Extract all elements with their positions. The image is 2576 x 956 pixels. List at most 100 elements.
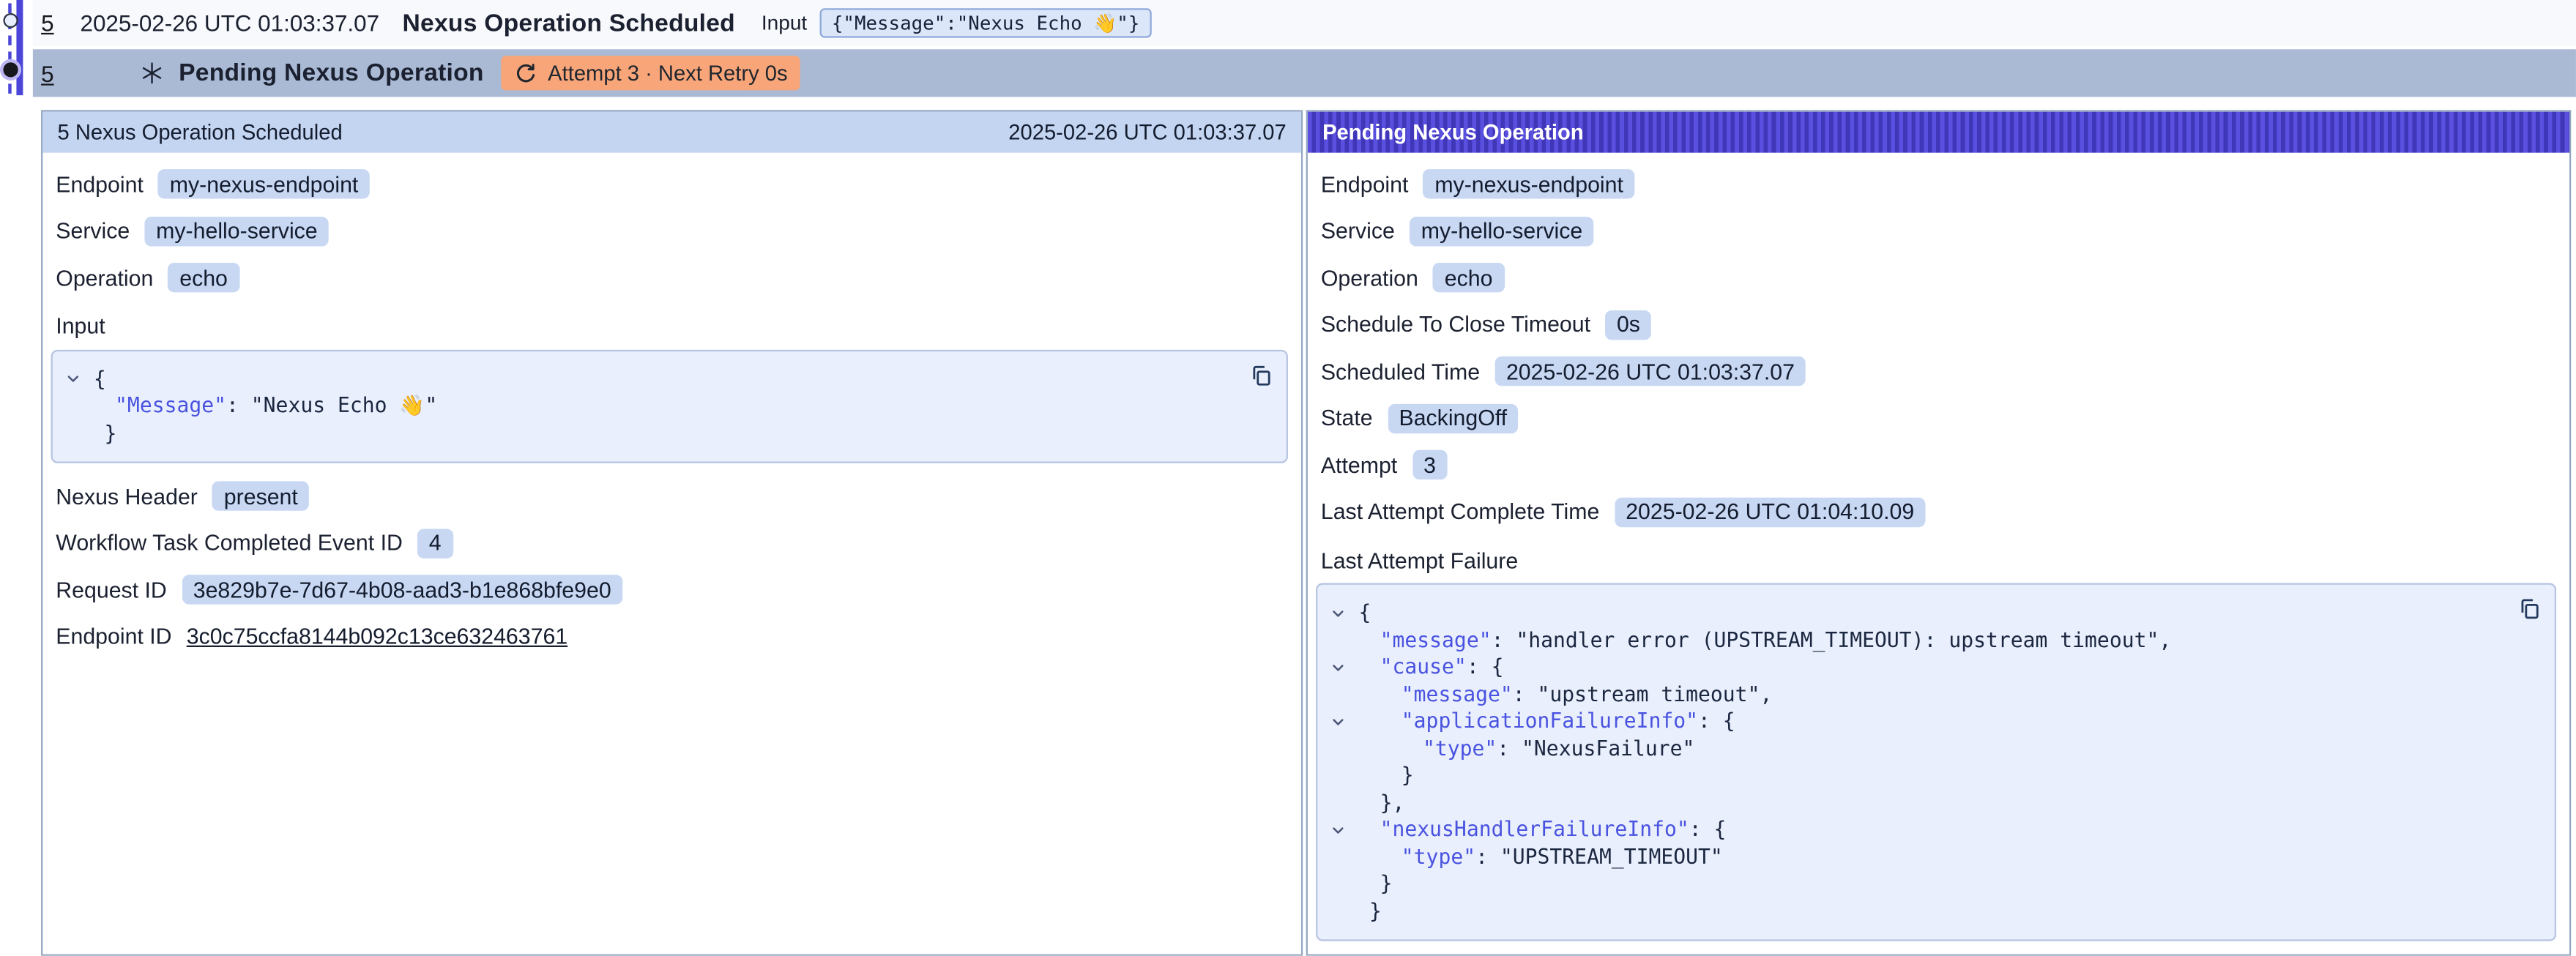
field-value-badge: 2025-02-26 UTC 01:04:10.09 — [1615, 497, 1926, 526]
json-key: "cause" — [1380, 654, 1467, 679]
input-preview-badge: {"Message":"Nexus Echo 👋"} — [820, 8, 1151, 37]
field-label: Endpoint — [56, 172, 144, 197]
chevron-down-icon[interactable] — [1330, 816, 1358, 843]
json-line-text: "cause": { — [1358, 654, 1503, 681]
copy-button[interactable] — [1248, 362, 1273, 387]
json-value: } — [1369, 897, 1382, 922]
copy-icon — [2517, 601, 2542, 626]
json-line-text: "Message": "Nexus Echo 👋" — [94, 392, 437, 419]
event-row-pending-nexus-operation[interactable]: 5 Pending Nexus Operation Attempt 3 · Ne… — [33, 49, 2576, 97]
field-value-badge: 2025-02-26 UTC 01:03:37.07 — [1494, 356, 1806, 386]
event-detail-panels: 5 Nexus Operation Scheduled 2025-02-26 U… — [41, 110, 2576, 955]
field-label: Service — [1321, 219, 1395, 244]
field-value-badge: 3 — [1412, 450, 1447, 479]
json-key: "message" — [1380, 627, 1492, 651]
json-line-text: } — [1358, 897, 1381, 925]
field-label: Attempt — [1321, 453, 1397, 478]
field-row: Next Attempt Schedule Time2025-02-26 UTC… — [1321, 951, 2556, 956]
field-row: Workflow Task Completed Event ID4 — [56, 520, 1288, 567]
json-gutter-spacer — [66, 392, 94, 419]
field-row: Nexus Header present — [56, 473, 1288, 520]
json-value: : { — [1698, 708, 1735, 733]
endpoint-id-link[interactable]: 3c0c75ccfa8144b092c13ce632463761 — [187, 624, 567, 649]
chevron-down-icon[interactable] — [1330, 600, 1358, 627]
pending-panel-body: Endpointmy-nexus-endpointServicemy-hello… — [1308, 153, 2569, 956]
json-line: "applicationFailureInfo": { — [1330, 708, 2512, 735]
json-value: { — [94, 365, 106, 390]
json-gutter-spacer — [1330, 627, 1358, 654]
json-value: }, — [1380, 789, 1405, 814]
json-line: "message": "upstream timeout", — [1330, 681, 2512, 708]
json-key: "applicationFailureInfo" — [1401, 708, 1698, 733]
json-key: "nexusHandlerFailureInfo" — [1380, 816, 1689, 841]
field-row: Endpoint ID 3c0c75ccfa8144b092c13ce632463… — [56, 613, 1288, 660]
field-label: Input — [56, 306, 1288, 346]
field-value-badge: my-nexus-endpoint — [1423, 170, 1635, 199]
field-row: State BackingOff — [1321, 395, 2556, 442]
json-line-text: } — [1358, 762, 1413, 789]
event-title: Pending Nexus Operation — [179, 59, 484, 87]
json-line: }, — [1330, 789, 2512, 816]
field-value-badge: 0s — [1605, 310, 1651, 339]
chevron-down-icon[interactable] — [1330, 708, 1358, 735]
json-gutter-spacer — [1330, 843, 1358, 870]
field-value-badge: echo — [168, 264, 239, 293]
field-label: Nexus Header — [56, 484, 198, 509]
json-line-text: }, — [1358, 789, 1404, 816]
timeline-marker-open-circle — [2, 13, 17, 28]
json-line-text: } — [94, 419, 116, 447]
field-label: Last Attempt Complete Time — [1321, 500, 1599, 525]
json-value: : "UPSTREAM_TIMEOUT" — [1475, 843, 1723, 868]
copy-button[interactable] — [2517, 596, 2542, 621]
json-line: "nexusHandlerFailureInfo": { — [1330, 816, 2512, 843]
json-line-text: "applicationFailureInfo": { — [1358, 708, 1735, 735]
field-value-badge: my-nexus-endpoint — [158, 170, 370, 199]
field-label: Scheduled Time — [1321, 359, 1480, 384]
json-value: : { — [1689, 816, 1727, 841]
json-line-text: "nexusHandlerFailureInfo": { — [1358, 816, 1726, 843]
event-id-link[interactable]: 5 — [41, 60, 53, 86]
event-history-detail-view: 5 2025-02-26 UTC 01:03:37.07 Nexus Opera… — [0, 0, 2576, 956]
field-value-badge: present — [212, 482, 309, 511]
panel-header-title: Pending Nexus Operation — [1322, 120, 1584, 145]
timeline-active-bar — [16, 0, 23, 95]
field-row: Request ID3e829b7e-7d67-4b08-aad3-b1e868… — [56, 567, 1288, 613]
json-value: : "handler error (UPSTREAM_TIMEOUT): ups… — [1492, 627, 2172, 651]
json-key: "message" — [1401, 681, 1513, 706]
json-line-text: { — [1358, 600, 1371, 627]
field-label: State — [1321, 406, 1373, 431]
field-row: Endpoint my-nexus-endpoint — [56, 161, 1288, 208]
field-label: Operation — [1321, 266, 1418, 291]
event-title: Nexus Operation Scheduled — [403, 9, 735, 37]
chevron-down-icon[interactable] — [66, 365, 94, 392]
panel-header-timestamp: 2025-02-26 UTC 01:03:37.07 — [1008, 120, 1286, 145]
event-id-link[interactable]: 5 — [41, 10, 53, 36]
json-line: "message": "handler error (UPSTREAM_TIME… — [1330, 627, 2512, 654]
json-line: { — [66, 365, 1244, 392]
field-row: Scheduled Time 2025-02-26 UTC 01:03:37.07 — [1321, 348, 2556, 395]
json-gutter-spacer — [1330, 870, 1358, 897]
scheduled-panel-body: Endpointmy-nexus-endpointServicemy-hello… — [42, 153, 1301, 660]
json-gutter-spacer — [1330, 762, 1358, 789]
field-row: Endpointmy-nexus-endpoint — [1321, 161, 2556, 208]
json-key: "type" — [1423, 735, 1497, 760]
json-line: } — [1330, 870, 2512, 897]
json-key: "type" — [1401, 843, 1475, 868]
field-label: Endpoint ID — [56, 624, 171, 649]
copy-icon — [1248, 367, 1273, 392]
json-line-text: "type": "NexusFailure" — [1358, 735, 1694, 762]
json-gutter-spacer — [1330, 681, 1358, 708]
event-row-nexus-operation-scheduled[interactable]: 5 2025-02-26 UTC 01:03:37.07 Nexus Opera… — [33, 0, 2576, 46]
json-value: { — [1358, 600, 1371, 624]
retry-attempt-badge: Attempt 3 · Next Retry 0s — [502, 56, 800, 90]
field-value-badge: BackingOff — [1388, 403, 1519, 433]
json-gutter-spacer — [1330, 735, 1358, 762]
chevron-down-icon[interactable] — [1330, 654, 1358, 681]
timeline-marker-filled-circle — [3, 62, 18, 77]
json-line: } — [1330, 897, 2512, 925]
json-line-text: "message": "handler error (UPSTREAM_TIME… — [1358, 627, 2171, 654]
field-value-badge: echo — [1433, 264, 1504, 293]
json-line: "type": "UPSTREAM_TIMEOUT" — [1330, 843, 2512, 870]
retry-badge-label: Attempt 3 · Next Retry 0s — [548, 61, 787, 86]
field-row: Operation echo — [1321, 255, 2556, 302]
